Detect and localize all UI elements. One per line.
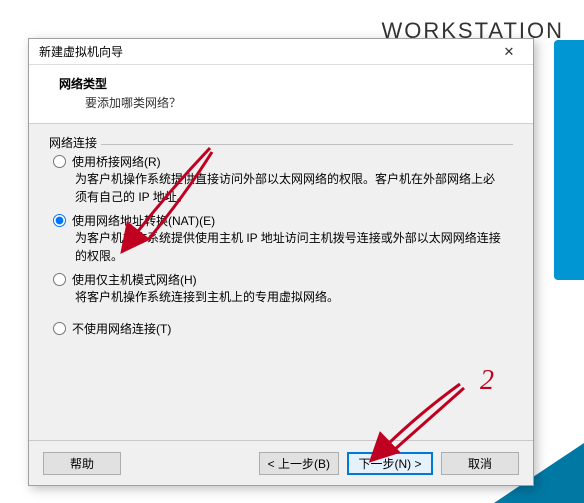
background-blue-panel	[554, 40, 584, 280]
button-bar: 帮助 < 上一步(B) 下一步(N) > 取消	[29, 441, 533, 485]
header-title: 网络类型	[59, 75, 513, 92]
close-icon: ✕	[504, 44, 515, 60]
back-button[interactable]: < 上一步(B)	[259, 452, 339, 475]
radio-hostonly[interactable]: 使用仅主机模式网络(H)	[53, 271, 513, 288]
radio-nat-input[interactable]	[53, 214, 66, 227]
titlebar: 新建虚拟机向导 ✕	[29, 39, 533, 65]
close-button[interactable]: ✕	[493, 42, 525, 62]
radio-hostonly-label: 使用仅主机模式网络(H)	[72, 271, 197, 288]
radio-bridged-desc: 为客户机操作系统提供直接访问外部以太网网络的权限。客户机在外部网络上必须有自己的…	[75, 170, 503, 206]
radio-none-input[interactable]	[53, 322, 66, 335]
radio-nat-desc: 为客户机操作系统提供使用主机 IP 地址访问主机拨号连接或外部以太网网络连接的权…	[75, 229, 503, 265]
radio-hostonly-desc: 将客户机操作系统连接到主机上的专用虚拟网络。	[75, 288, 503, 306]
next-button[interactable]: 下一步(N) >	[347, 452, 433, 475]
annotation-number-2: 2	[480, 365, 494, 397]
cancel-button[interactable]: 取消	[441, 452, 519, 475]
radio-nat-label: 使用网络地址转换(NAT)(E)	[72, 212, 215, 229]
radio-none-label: 不使用网络连接(T)	[72, 320, 171, 337]
fieldset-label: 网络连接	[49, 134, 513, 151]
radio-hostonly-input[interactable]	[53, 273, 66, 286]
header-subtitle: 要添加哪类网络？	[85, 94, 513, 111]
dialog-title: 新建虚拟机向导	[39, 43, 123, 60]
radio-bridged-input[interactable]	[53, 155, 66, 168]
dialog-content: 网络连接 使用桥接网络(R) 为客户机操作系统提供直接访问外部以太网网络的权限。…	[29, 124, 533, 347]
radio-bridged-label: 使用桥接网络(R)	[72, 153, 161, 170]
dialog-header: 网络类型 要添加哪类网络？	[29, 65, 533, 124]
radio-bridged[interactable]: 使用桥接网络(R)	[53, 153, 513, 170]
radio-nat[interactable]: 使用网络地址转换(NAT)(E)	[53, 212, 513, 229]
fieldset-divider	[101, 144, 513, 145]
radio-none[interactable]: 不使用网络连接(T)	[53, 320, 513, 337]
help-button[interactable]: 帮助	[43, 452, 121, 475]
wizard-dialog: 新建虚拟机向导 ✕ 网络类型 要添加哪类网络？ 网络连接 使用桥接网络(R) 为…	[28, 38, 534, 486]
